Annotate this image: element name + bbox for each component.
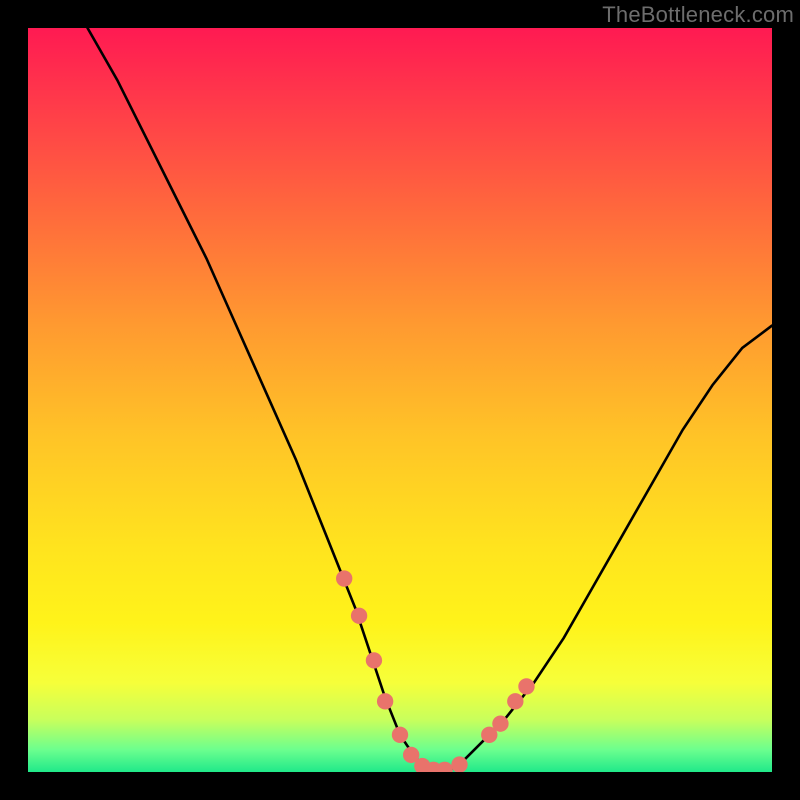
chart-frame: TheBottleneck.com (0, 0, 800, 800)
marker-dot (425, 762, 441, 772)
marker-dot (414, 758, 430, 772)
marker-dot (366, 652, 382, 668)
marker-dot (336, 570, 352, 586)
marker-dot (507, 693, 523, 709)
marker-dot (392, 727, 408, 743)
marker-dot (451, 756, 467, 772)
highlight-markers (336, 570, 535, 772)
marker-dot (351, 608, 367, 624)
chart-plot-area (28, 28, 772, 772)
marker-dot (481, 727, 497, 743)
marker-dot (518, 678, 534, 694)
marker-dot (492, 715, 508, 731)
watermark-text: TheBottleneck.com (602, 2, 794, 28)
marker-dot (436, 762, 452, 772)
marker-dot (377, 693, 393, 709)
bottleneck-curve (88, 28, 772, 772)
marker-dot (403, 747, 419, 763)
chart-svg (28, 28, 772, 772)
